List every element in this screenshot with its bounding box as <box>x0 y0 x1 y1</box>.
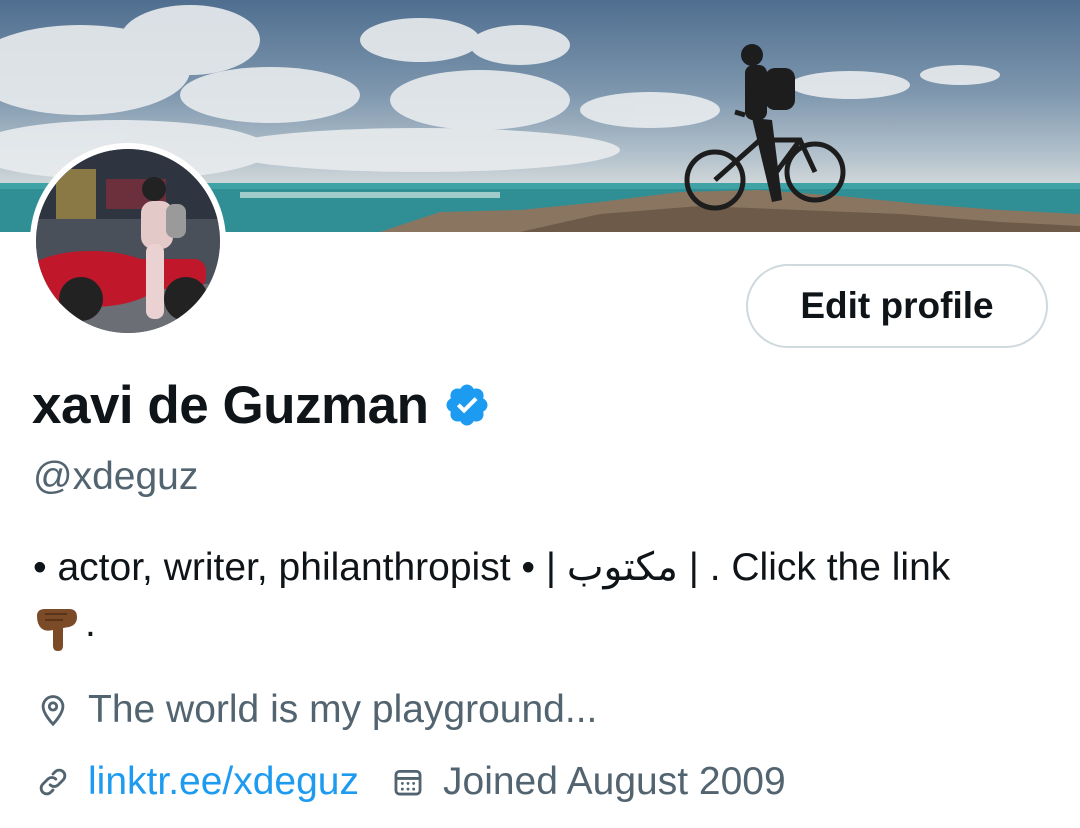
display-name: xavi de Guzman <box>32 375 429 435</box>
bio-text: • actor, writer, philanthropist • | مكتو… <box>33 546 951 589</box>
location-row: The world is my playground... <box>36 688 597 732</box>
joined-date: Joined August 2009 <box>443 760 786 803</box>
location-text: The world is my playground... <box>88 688 598 731</box>
profile-name-row: xavi de Guzman <box>32 372 491 438</box>
pointing-down-hand-icon <box>37 609 77 651</box>
link-icon <box>39 768 67 796</box>
profile-avatar[interactable] <box>30 143 226 339</box>
bio-emoji-line: . <box>33 596 1053 652</box>
website-joined-row: linktr.ee/xdeguz Joined August 2009 <box>36 760 786 804</box>
profile-bio: • actor, writer, philanthropist • | مكتو… <box>33 540 1053 652</box>
edit-profile-button[interactable]: Edit profile <box>746 264 1048 348</box>
avatar-photo <box>36 149 220 333</box>
bio-trailing-text: . <box>85 602 96 645</box>
username-handle: @xdeguz <box>33 455 199 498</box>
verified-badge-icon[interactable] <box>443 381 491 429</box>
location-pin-icon <box>41 695 65 727</box>
calendar-icon <box>394 769 422 796</box>
website-link[interactable]: linktr.ee/xdeguz <box>88 760 359 804</box>
